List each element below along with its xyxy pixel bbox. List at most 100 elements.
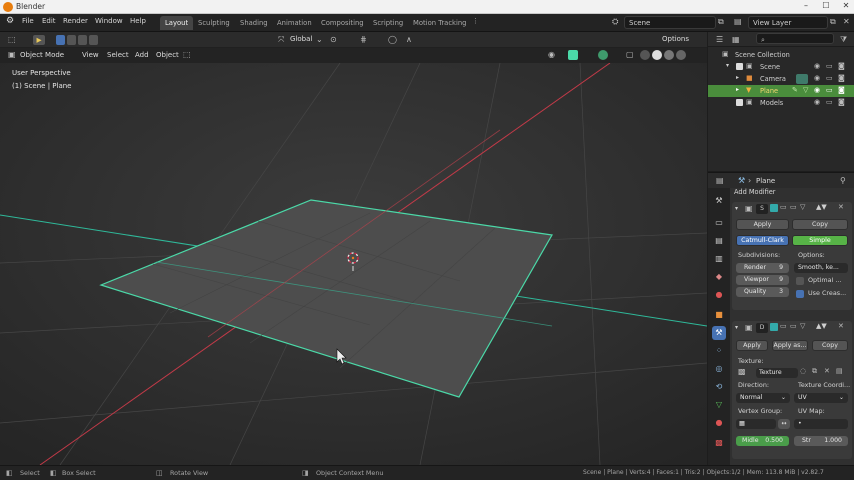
menu-window[interactable]: Window bbox=[95, 17, 123, 25]
options-dropdown[interactable]: Options bbox=[662, 35, 689, 43]
editor-type-icon[interactable]: ⬚ bbox=[8, 35, 16, 44]
new-texture-icon[interactable]: ⧉ bbox=[812, 367, 817, 376]
outliner-row-camera[interactable]: ▸ ■ Camera ◉ ▭ ◙ bbox=[708, 73, 854, 85]
properties-editor-icon[interactable]: ▤ bbox=[716, 176, 724, 185]
tab-sculpting[interactable]: Sculpting bbox=[193, 16, 235, 30]
texture-coords-dropdown[interactable]: UV ⌄ bbox=[794, 393, 848, 403]
particles-tab-icon[interactable]: ⁘ bbox=[712, 344, 726, 358]
proportional-editing-icon[interactable]: ◯ bbox=[388, 35, 397, 44]
fake-user-icon[interactable]: ◌ bbox=[800, 367, 806, 375]
camera-render-icon[interactable]: ◙ bbox=[838, 86, 845, 94]
eye-icon[interactable]: ◉ bbox=[814, 86, 820, 94]
uv-smooth-dropdown[interactable]: Smooth, ke... bbox=[794, 263, 848, 273]
expand-arrow-icon[interactable]: ▾ bbox=[726, 62, 729, 69]
viewport-disable-icon[interactable]: ▭ bbox=[826, 62, 833, 70]
material-tab-icon[interactable]: ● bbox=[712, 416, 726, 430]
outliner-row-plane[interactable]: ▸ ▼ Plane ✎ ▽ ◉ ▭ ◙ bbox=[708, 85, 854, 97]
use-creases-checkbox[interactable] bbox=[796, 290, 804, 298]
move-up-icon[interactable]: ▲▼ bbox=[816, 203, 827, 211]
outliner-row-scene[interactable]: ▾ ▣ Scene ◉ ▭ ◙ bbox=[708, 61, 854, 73]
gizmo-toggle-icon[interactable] bbox=[568, 50, 578, 60]
invert-selection-icon[interactable] bbox=[89, 35, 98, 45]
modifier-name-field[interactable]: D bbox=[756, 323, 768, 333]
xray-icon[interactable]: ▢ bbox=[626, 50, 634, 59]
subtract-selection-icon[interactable] bbox=[78, 35, 87, 45]
copy-scene-icon[interactable]: ⧉ bbox=[718, 17, 724, 27]
tab-compositing[interactable]: Compositing bbox=[316, 16, 369, 30]
pin-icon[interactable]: ⚲ bbox=[840, 176, 846, 185]
material-shading-icon[interactable] bbox=[664, 50, 674, 60]
wireframe-shading-icon[interactable] bbox=[640, 50, 650, 60]
collapse-arrow-icon[interactable]: ▾ bbox=[735, 205, 738, 212]
texture-settings-icon[interactable]: ▤ bbox=[836, 367, 843, 375]
pivot-point-icon[interactable]: ⊙ bbox=[330, 35, 337, 44]
tab-scripting[interactable]: Scripting bbox=[368, 16, 408, 30]
wrench-icon[interactable]: ✎ bbox=[792, 86, 798, 94]
copy-view-layer-icon[interactable]: ⧉ bbox=[830, 17, 836, 27]
transform-affect-icon[interactable]: ⬚ bbox=[183, 50, 191, 59]
camera-render-icon[interactable]: ◙ bbox=[838, 74, 845, 82]
viewport-disable-icon[interactable]: ▭ bbox=[826, 74, 833, 82]
object-menu[interactable]: Object bbox=[156, 51, 179, 59]
unlink-icon[interactable]: ✕ bbox=[824, 367, 830, 375]
falloff-icon[interactable]: ∧ bbox=[406, 35, 412, 44]
modifier-name-field[interactable]: S bbox=[756, 204, 768, 214]
modifier-tab-icon[interactable]: ⚒ bbox=[712, 326, 726, 340]
quality-field[interactable]: Quality 3 bbox=[736, 287, 789, 297]
uv-map-field[interactable]: • bbox=[794, 419, 848, 429]
cage-icon[interactable]: ▽ bbox=[800, 203, 805, 211]
viewport-canvas[interactable] bbox=[0, 63, 707, 465]
snap-icon[interactable]: ⋕ bbox=[360, 35, 367, 44]
camera-render-icon[interactable]: ◙ bbox=[838, 98, 845, 106]
apply-as-shape-button[interactable]: Apply as... bbox=[772, 340, 808, 351]
copy-button[interactable]: Copy bbox=[812, 340, 848, 351]
render-tab-icon[interactable]: ▭ bbox=[712, 216, 726, 230]
output-tab-icon[interactable]: ▤ bbox=[712, 234, 726, 248]
render-icon[interactable]: ▭ bbox=[790, 322, 797, 330]
orientation-dropdown[interactable]: Global bbox=[290, 35, 312, 43]
expand-arrow-icon[interactable]: ▸ bbox=[736, 86, 739, 93]
viewport-disable-icon[interactable]: ▭ bbox=[826, 98, 833, 106]
close-icon[interactable]: ✕ bbox=[838, 322, 844, 330]
outliner-editor-icon[interactable]: ☰ bbox=[716, 35, 723, 44]
outliner-row-models[interactable]: ▣ Models ◉ ▭ ◙ bbox=[708, 97, 854, 109]
scene-selector[interactable]: Scene bbox=[624, 16, 716, 29]
select-tool-icon[interactable]: ▶ bbox=[32, 34, 46, 46]
realtime-icon[interactable]: ▭ bbox=[780, 322, 787, 330]
display-mode-icon[interactable]: ▦ bbox=[732, 35, 740, 44]
camera-data-icon[interactable] bbox=[796, 74, 808, 84]
apply-button[interactable]: Apply bbox=[736, 219, 789, 230]
mode-dropdown[interactable]: Object Mode bbox=[20, 51, 64, 59]
texture-tab-icon[interactable]: ▩ bbox=[712, 436, 726, 450]
catmull-clark-button[interactable]: Catmull-Clark bbox=[736, 235, 789, 246]
menu-edit[interactable]: Edit bbox=[42, 17, 56, 25]
strength-field[interactable]: Str 1.000 bbox=[794, 436, 848, 446]
viewport-levels-field[interactable]: Viewpor 9 bbox=[736, 275, 789, 285]
visibility-icon[interactable]: ◉ bbox=[548, 50, 555, 59]
scene-tab-icon[interactable]: ◆ bbox=[712, 270, 726, 284]
blender-menu-icon[interactable]: ⚙ bbox=[6, 16, 14, 26]
more-tabs-icon[interactable]: ⋮ bbox=[472, 17, 479, 25]
menu-help[interactable]: Help bbox=[130, 17, 146, 25]
texture-field[interactable]: Texture bbox=[756, 368, 798, 378]
constraints-tab-icon[interactable]: ⟲ bbox=[712, 380, 726, 394]
move-up-icon[interactable]: ▲▼ bbox=[816, 322, 827, 330]
add-menu[interactable]: Add bbox=[135, 51, 149, 59]
remove-view-layer-icon[interactable]: ✕ bbox=[843, 17, 850, 26]
tab-motion-tracking[interactable]: Motion Tracking bbox=[408, 16, 472, 30]
view-layer-tab-icon[interactable]: ▥ bbox=[712, 252, 726, 266]
invert-vertex-group-icon[interactable]: ↔ bbox=[778, 419, 790, 429]
maximize-icon[interactable]: ☐ bbox=[818, 1, 834, 13]
world-tab-icon[interactable]: ● bbox=[712, 288, 726, 302]
menu-render[interactable]: Render bbox=[63, 17, 88, 25]
viewport-disable-icon[interactable]: ▭ bbox=[826, 86, 833, 94]
minimize-icon[interactable]: – bbox=[798, 1, 814, 13]
tab-layout[interactable]: Layout bbox=[160, 16, 194, 30]
collapse-arrow-icon[interactable]: ▾ bbox=[735, 324, 738, 331]
eye-icon[interactable]: ◉ bbox=[814, 74, 820, 82]
apply-button[interactable]: Apply bbox=[736, 340, 768, 351]
optimal-display-checkbox[interactable] bbox=[796, 277, 804, 285]
tab-animation[interactable]: Animation bbox=[272, 16, 317, 30]
close-icon[interactable]: ✕ bbox=[838, 203, 844, 211]
realtime-icon[interactable]: ▭ bbox=[780, 203, 787, 211]
